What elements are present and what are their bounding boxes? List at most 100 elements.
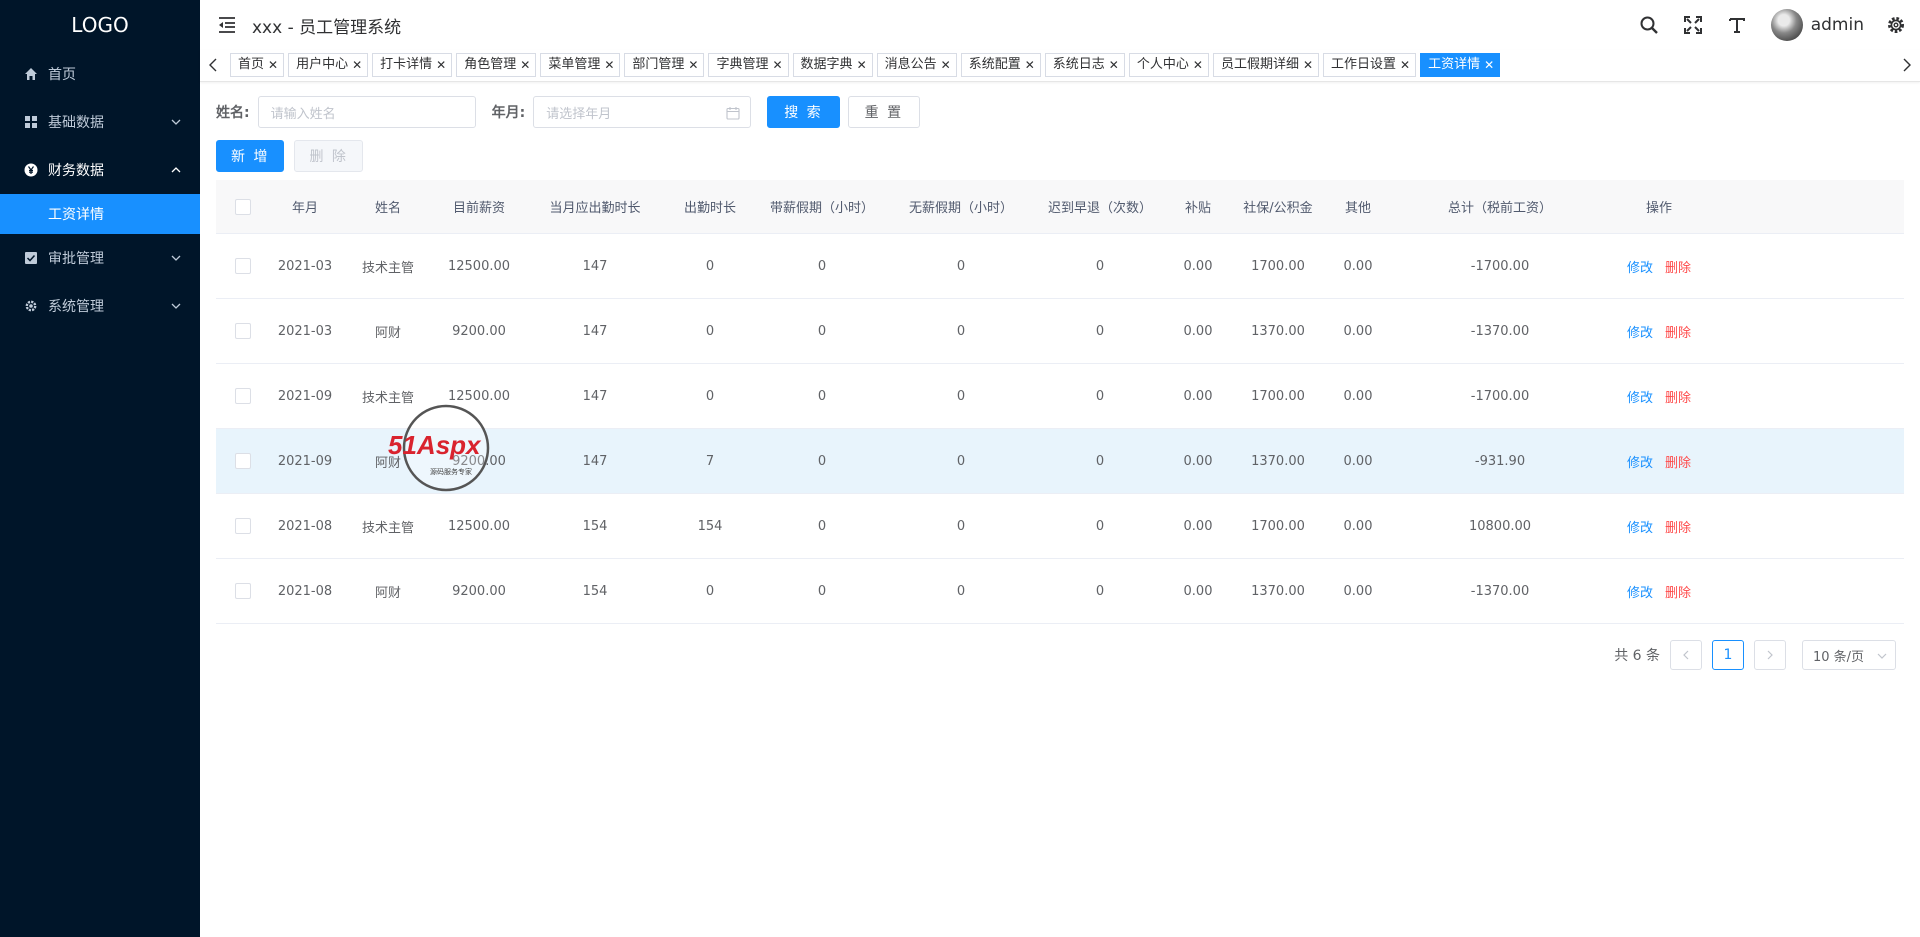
close-icon[interactable]: ✕ [352, 54, 362, 76]
table-cell: 0 [956, 583, 966, 599]
tag-item[interactable]: 系统配置 ✕ [960, 53, 1041, 77]
menu-fold-icon[interactable] [216, 14, 238, 36]
sidebar-item-finance-data[interactable]: 财务数据 [0, 146, 200, 194]
table-cell: 2021-08 [277, 518, 333, 534]
sidebar-subitem-salary-detail[interactable]: 工资详情 [0, 194, 200, 234]
table-cell: 0.00 [1183, 388, 1213, 404]
avatar[interactable] [1770, 9, 1803, 41]
table-cell: 154 [582, 518, 608, 534]
close-icon[interactable]: ✕ [436, 54, 446, 76]
edit-link[interactable]: 修改 [1627, 261, 1653, 276]
table-row[interactable]: 2021-03 技术主管 12500.00 147 0 0 0 0 0.00 1700.00 0.0… [216, 234, 1904, 299]
tag-item[interactable]: 部门管理 ✕ [624, 53, 705, 77]
header-checkbox-cell [216, 198, 270, 215]
table-cell: 147 [582, 453, 608, 469]
row-checkbox[interactable] [235, 258, 251, 274]
sidebar-item-basic-data[interactable]: 基础数据 [0, 98, 200, 146]
settings-gear-icon[interactable] [1884, 13, 1908, 37]
column-header: 出勤时长 [683, 201, 736, 216]
tag-label: 消息公告 [884, 57, 937, 72]
row-checkbox-cell [216, 518, 270, 534]
delete-link[interactable]: 删除 [1665, 391, 1691, 406]
tag-item[interactable]: 字典管理 ✕ [708, 53, 789, 77]
table-cell: 0 [1095, 323, 1105, 339]
row-checkbox[interactable] [235, 453, 251, 469]
sidebar-item-system[interactable]: 系统管理 [0, 282, 200, 330]
edit-link[interactable]: 修改 [1627, 326, 1653, 341]
table-row[interactable]: 2021-08 技术主管 12500.00 154 154 0 0 0 0.00 1700.00 0… [216, 494, 1904, 559]
row-checkbox[interactable] [235, 583, 251, 599]
close-icon[interactable]: ✕ [1484, 54, 1494, 76]
row-checkbox[interactable] [235, 323, 251, 339]
column-header: 姓名 [374, 201, 401, 216]
font-size-icon[interactable] [1725, 13, 1749, 37]
close-icon[interactable]: ✕ [520, 54, 530, 76]
delete-link[interactable]: 删除 [1665, 586, 1691, 601]
tag-item[interactable]: 消息公告 ✕ [876, 53, 957, 77]
delete-link[interactable]: 删除 [1665, 326, 1691, 341]
table-row[interactable]: 2021-08 阿财 9200.00 154 0 0 0 0 0.00 1370.00 0.00 -1… [216, 559, 1904, 624]
table-row[interactable]: 2021-03 阿财 9200.00 147 0 0 0 0 0.00 1370.00 0.00 -1… [216, 299, 1904, 364]
delete-link[interactable]: 删除 [1665, 521, 1691, 536]
tag-item[interactable]: 角色管理 ✕ [456, 53, 537, 77]
chevron-down-icon [170, 116, 182, 128]
sidebar-item-approval[interactable]: 审批管理 [0, 234, 200, 282]
close-icon[interactable]: ✕ [1193, 54, 1203, 76]
edit-link[interactable]: 修改 [1627, 456, 1653, 471]
table-row[interactable]: 2021-09 阿财 9200.00 147 7 0 0 0 0.00 1370.00 0.00 -9… [216, 429, 1904, 494]
search-icon[interactable] [1637, 13, 1661, 37]
delete-link[interactable]: 删除 [1665, 261, 1691, 276]
close-icon[interactable]: ✕ [1303, 54, 1313, 76]
table-cell: 147 [582, 323, 608, 339]
edit-link[interactable]: 修改 [1627, 521, 1653, 536]
tag-item[interactable]: 数据字典 ✕ [792, 53, 873, 77]
edit-link[interactable]: 修改 [1627, 586, 1653, 601]
sidebar-item-home[interactable]: 首页 [0, 50, 200, 98]
tag-item[interactable]: 首页 ✕ [230, 53, 285, 77]
table-cell: 0 [817, 388, 827, 404]
row-checkbox[interactable] [235, 388, 251, 404]
table-cell: 1700.00 [1251, 518, 1305, 534]
row-checkbox[interactable] [235, 518, 251, 534]
edit-link[interactable]: 修改 [1627, 391, 1653, 406]
next-page-button[interactable] [1754, 640, 1786, 670]
username[interactable]: admin [1811, 15, 1864, 35]
table-cell: 阿财 [374, 455, 401, 471]
reset-button[interactable]: 重 置 [847, 96, 921, 128]
table-cell: 1370.00 [1251, 453, 1305, 469]
close-icon[interactable]: ✕ [857, 54, 867, 76]
select-all-checkbox[interactable] [235, 198, 251, 215]
tag-item[interactable]: 员工假期详细 ✕ [1212, 53, 1320, 77]
close-icon[interactable]: ✕ [941, 54, 951, 76]
add-button[interactable]: 新 增 [216, 140, 285, 172]
tag-item[interactable]: 打卡详情 ✕ [372, 53, 453, 77]
delete-button[interactable]: 删 除 [294, 140, 363, 172]
search-button[interactable]: 搜 索 [767, 96, 840, 128]
close-icon[interactable]: ✕ [1400, 54, 1410, 76]
tag-item[interactable]: 工作日设置 ✕ [1323, 53, 1417, 77]
tag-item[interactable]: 工资详情 ✕ [1420, 53, 1501, 77]
page-size-select[interactable]: 10 条/页 [1802, 640, 1896, 670]
tag-item[interactable]: 个人中心 ✕ [1128, 53, 1209, 77]
chevron-right-icon[interactable] [1900, 55, 1914, 75]
close-icon[interactable]: ✕ [1109, 54, 1119, 76]
close-icon[interactable]: ✕ [688, 54, 698, 76]
page-number-button[interactable]: 1 [1712, 640, 1744, 670]
tag-item[interactable]: 用户中心 ✕ [288, 53, 369, 77]
close-icon[interactable]: ✕ [604, 54, 614, 76]
tag-item[interactable]: 系统日志 ✕ [1044, 53, 1125, 77]
fullscreen-icon[interactable] [1681, 13, 1705, 37]
delete-link[interactable]: 删除 [1665, 456, 1691, 471]
tag-item[interactable]: 菜单管理 ✕ [540, 53, 621, 77]
close-icon[interactable]: ✕ [268, 54, 278, 76]
month-picker[interactable]: 请选择年月 [533, 96, 752, 128]
close-icon[interactable]: ✕ [1025, 54, 1035, 76]
table-cell: 2021-03 [277, 258, 333, 274]
table-cell: 12500.00 [447, 388, 511, 404]
prev-page-button[interactable] [1670, 640, 1702, 670]
close-icon[interactable]: ✕ [772, 54, 782, 76]
name-search-input[interactable]: 请输入姓名 [257, 96, 476, 128]
table-row[interactable]: 2021-09 技术主管 12500.00 147 0 0 0 0 0.00 1700.00 0.0… [216, 364, 1904, 429]
table-cell: 0 [956, 388, 966, 404]
chevron-left-icon[interactable] [206, 55, 220, 75]
